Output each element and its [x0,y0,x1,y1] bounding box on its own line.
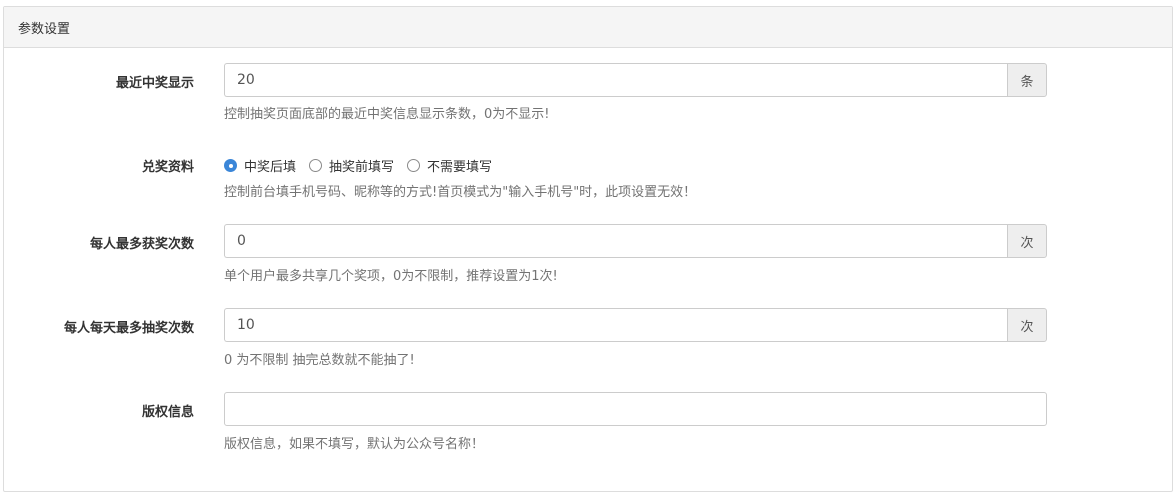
field-label-copyright: 版权信息 [141,405,194,420]
radio-unchecked-icon[interactable] [309,159,323,172]
max-wins-unit: 次 [1007,224,1047,258]
radio-label-not-required: 不需要填写 [427,160,493,175]
prize-info-help: 控制前台填手机号码、昵称等的方式!首页模式为"输入手机号"时，此项设置无效！ [224,185,697,200]
recent-winners-unit: 条 [1007,63,1047,97]
radio-option-after-win[interactable]: 中奖后填 [224,156,296,175]
radio-label-after-win: 中奖后填 [244,160,297,175]
panel-heading: 参数设置 [4,7,1172,48]
field-label-recent-winners: 最近中奖显示 [115,76,194,91]
copyright-input-group [224,392,1047,426]
max-daily-draws-help: 0 为不限制 抽完总数就不能抽了! [224,353,415,368]
copyright-help: 版权信息，如果不填写，默认为公众号名称！ [224,437,485,452]
field-label-max-daily-draws: 每人每天最多抽奖次数 [63,321,194,336]
panel-title: 参数设置 [18,21,71,37]
radio-label-before-draw: 抽奖前填写 [329,160,395,175]
recent-winners-help: 控制抽奖页面底部的最近中奖信息显示条数，0为不显示! [224,107,550,122]
copyright-input[interactable] [224,392,1047,426]
field-label-prize-info: 兑奖资料 [141,160,194,175]
prize-info-radio-group: 中奖后填 抽奖前填写 不需要填写 [224,156,505,175]
max-daily-draws-input-group: 次 [224,308,1047,342]
max-wins-help: 单个用户最多共享几个奖项，0为不限制，推荐设置为1次! [224,269,558,284]
max-daily-draws-unit: 次 [1007,308,1047,342]
settings-panel: 参数设置 最近中奖显示 条 控制抽奖页面底部的最近中奖信息显示条数，0为不显示!… [3,6,1173,492]
radio-option-before-draw[interactable]: 抽奖前填写 [309,156,394,175]
radio-unchecked-icon[interactable] [407,159,421,172]
recent-winners-input-group: 条 [224,63,1047,97]
max-wins-input[interactable] [224,224,1007,258]
radio-option-not-required[interactable]: 不需要填写 [407,156,492,175]
max-wins-input-group: 次 [224,224,1047,258]
recent-winners-input[interactable] [224,63,1007,97]
field-label-max-wins: 每人最多获奖次数 [89,237,194,252]
radio-checked-icon[interactable] [224,159,237,172]
max-daily-draws-input[interactable] [224,308,1007,342]
